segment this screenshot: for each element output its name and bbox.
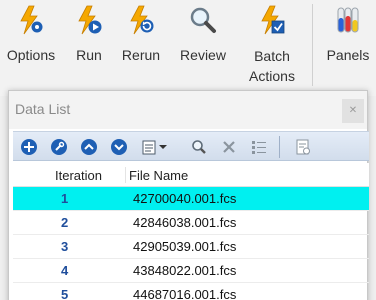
close-icon[interactable]: ✕ xyxy=(342,99,364,123)
options-label: Options xyxy=(6,47,56,63)
table-row[interactable]: 3 42905039.001.fcs xyxy=(13,235,369,259)
iteration-cell: 1 xyxy=(61,191,69,206)
move-up-icon[interactable] xyxy=(79,137,99,157)
delete-icon[interactable] xyxy=(219,137,239,157)
chevron-down-icon[interactable] xyxy=(157,137,169,157)
rerun-button[interactable]: Rerun xyxy=(116,0,166,92)
panels-label: Panels xyxy=(326,47,370,63)
table-row[interactable]: 1 42700040.001.fcs xyxy=(13,187,369,211)
file-name-cell: 42846038.001.fcs xyxy=(133,215,237,230)
batch-actions-button[interactable]: Batch Actions xyxy=(240,0,304,92)
lightning-gear-icon xyxy=(20,5,43,35)
lightning-checkbox-icon xyxy=(261,5,285,35)
table-row[interactable]: 5 44687016.001.fcs xyxy=(13,283,369,300)
ribbon: Options Run Rerun Review Batch Actions P… xyxy=(0,0,376,96)
file-name-cell: 42700040.001.fcs xyxy=(133,191,237,206)
toolbar-separator xyxy=(279,136,280,158)
options-button[interactable]: Options xyxy=(0,0,62,92)
run-button[interactable]: Run xyxy=(66,0,112,92)
iteration-cell: 3 xyxy=(61,239,69,254)
wrench-icon[interactable] xyxy=(49,137,69,157)
column-header-iteration[interactable]: Iteration xyxy=(55,168,102,183)
properties-icon[interactable] xyxy=(293,137,313,157)
table-row[interactable]: 4 43848022.001.fcs xyxy=(13,259,369,283)
move-down-icon[interactable] xyxy=(109,137,129,157)
iteration-cell: 4 xyxy=(61,263,69,278)
ribbon-separator xyxy=(312,4,313,86)
panel-title: Data List xyxy=(15,101,71,117)
test-tubes-icon xyxy=(337,7,359,33)
batch-label-line2: Actions xyxy=(249,68,295,84)
lightning-play-icon xyxy=(78,5,102,35)
add-icon[interactable] xyxy=(19,137,39,157)
iteration-cell: 5 xyxy=(61,287,69,300)
clipboard-icon[interactable] xyxy=(139,137,159,157)
column-divider xyxy=(125,167,126,183)
panel-titlebar[interactable]: Data List ✕ xyxy=(9,91,367,129)
lightning-refresh-icon xyxy=(130,5,154,35)
file-name-cell: 43848022.001.fcs xyxy=(133,263,237,278)
column-header-file-name[interactable]: File Name xyxy=(129,168,188,183)
grid-body: 1 42700040.001.fcs 2 42846038.001.fcs 3 42905… xyxy=(13,187,369,300)
magnifier-icon xyxy=(190,7,216,33)
run-label: Run xyxy=(76,47,102,63)
file-name-cell: 44687016.001.fcs xyxy=(133,287,237,300)
batch-actions-label: Batch Actions xyxy=(249,46,295,86)
data-list-panel: Data List ✕ Iteration File Name 1 427000… xyxy=(8,90,369,300)
batch-label-line1: Batch xyxy=(254,48,290,64)
rerun-label: Rerun xyxy=(121,47,161,63)
panels-button[interactable]: Panels xyxy=(320,0,376,92)
review-button[interactable]: Review xyxy=(174,0,232,92)
data-list-toolbar xyxy=(13,131,369,161)
review-label: Review xyxy=(180,47,226,63)
grid-header: Iteration File Name xyxy=(13,163,369,187)
table-row[interactable]: 2 42846038.001.fcs xyxy=(13,211,369,235)
file-name-cell: 42905039.001.fcs xyxy=(133,239,237,254)
iteration-cell: 2 xyxy=(61,215,69,230)
search-icon[interactable] xyxy=(189,137,209,157)
data-grid: Iteration File Name 1 42700040.001.fcs 2 42… xyxy=(13,163,369,300)
list-check-icon[interactable] xyxy=(249,137,269,157)
